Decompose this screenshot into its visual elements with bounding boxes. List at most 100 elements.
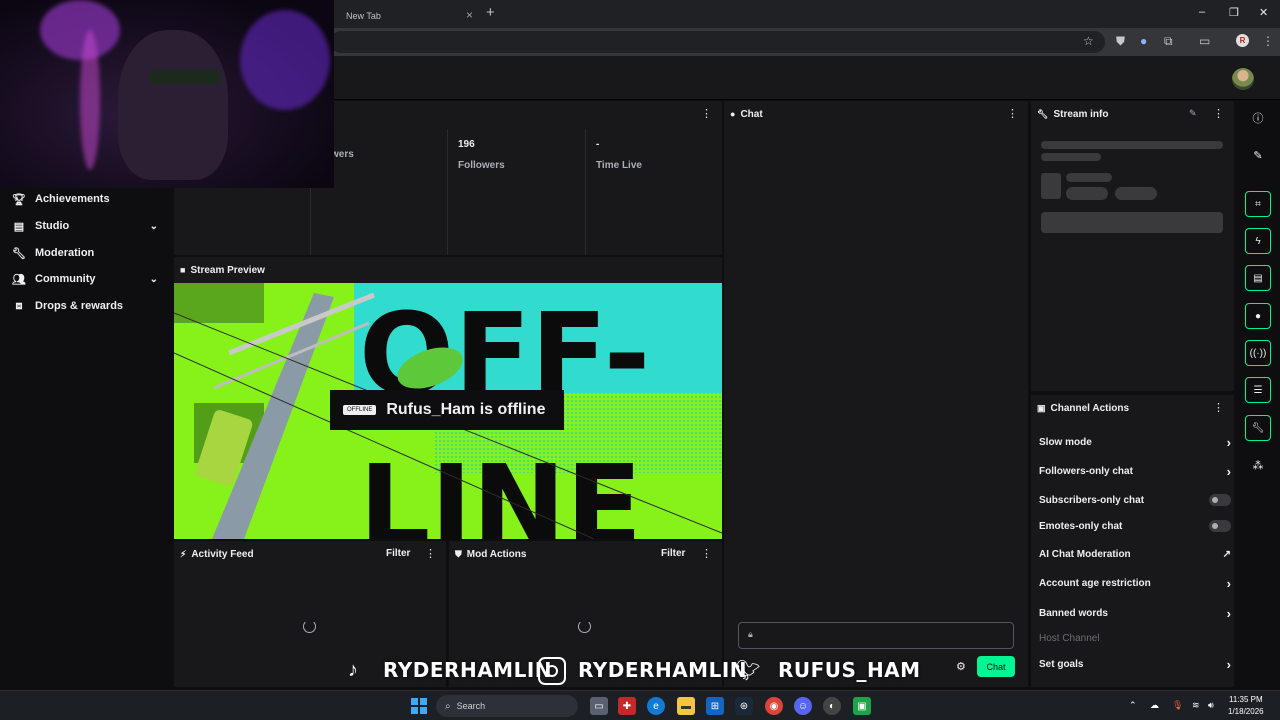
more-options-icon[interactable]: ⋮ [1007, 107, 1018, 120]
tab-close-button[interactable]: × [466, 8, 473, 22]
chat-send-button[interactable]: Chat [977, 656, 1015, 677]
stream-preview-panel: ■ Stream Preview [174, 257, 722, 283]
offline-badge: OFFLINE [343, 405, 377, 415]
slow-mode-row[interactable]: Slow mode › [1039, 431, 1231, 453]
more-options-icon[interactable]: ⋮ [1213, 107, 1224, 120]
followers-only-chat-row[interactable]: Followers-only chat › [1039, 460, 1231, 482]
panel-title: Mod Actions [466, 548, 527, 560]
shield-extension-icon[interactable]: ⛊ [1116, 34, 1125, 49]
row-label: Followers-only chat [1039, 465, 1133, 477]
maximize-button[interactable]: ❐ [1229, 6, 1239, 19]
external-link-icon: ↗ [1222, 548, 1231, 560]
tray-overflow-icon[interactable]: ⌃ [1129, 700, 1137, 711]
chat-bubble-icon: ● [730, 109, 736, 119]
panel-header: ■ Stream Preview [174, 257, 722, 283]
ai-chat-moderation-row[interactable]: AI Chat Moderation ↗ [1039, 543, 1231, 565]
onedrive-cloud-icon[interactable]: ☁ [1150, 700, 1159, 711]
windows-taskbar: ⌕ Search ▭ ✚ e ▬ ⊞ ⊛ ◉ ☺ ◐ ▣ ⌃ ☁ 🎙︎ ≋ 🔊︎… [0, 690, 1280, 720]
wrench-icon[interactable]: 🔧︎ [1245, 415, 1271, 441]
microphone-icon[interactable]: 🎙︎ [1172, 700, 1183, 711]
sidebar-item-studio[interactable]: ▤ Studio ⌄ [12, 215, 162, 237]
more-options-icon[interactable]: ⋮ [1213, 401, 1224, 414]
stat-time-live: - Time Live [585, 129, 722, 255]
taskbar-search[interactable]: ⌕ Search [436, 695, 578, 717]
panel-title: Chat [740, 108, 763, 120]
loading-skeleton [1066, 173, 1112, 182]
emotes-only-toggle[interactable] [1209, 520, 1231, 532]
bookmark-star-icon[interactable]: ☆ [1083, 34, 1094, 48]
tab-title: New Tab [346, 10, 381, 21]
store-icon[interactable]: ⊞ [706, 697, 724, 715]
layout-icon[interactable]: ☰ [1245, 377, 1271, 403]
chevron-right-icon: › [1226, 575, 1231, 591]
edit-pencil-icon[interactable]: ✎ [1245, 142, 1271, 168]
clip-icon[interactable]: ⌗ [1245, 191, 1271, 217]
sidebar-item-label: Moderation [35, 247, 95, 259]
chevron-down-icon: ⌄ [149, 220, 158, 232]
studio-icon: ▤ [13, 220, 25, 233]
taskbar-clock[interactable]: 11:35 PM 1/18/2026 [1228, 694, 1264, 718]
steam-icon[interactable]: ⊛ [735, 697, 753, 715]
set-goals-row[interactable]: Set goals › [1039, 653, 1231, 675]
close-window-button[interactable]: ✕ [1259, 6, 1268, 19]
profile-extension-icon[interactable]: R [1236, 34, 1249, 47]
banned-words-row[interactable]: Banned words › [1039, 602, 1231, 624]
edit-pencil-icon[interactable]: ✎ [1189, 108, 1197, 119]
more-options-icon[interactable]: ⋮ [701, 107, 712, 120]
avatar[interactable] [1232, 68, 1254, 90]
offline-bg-text-bottom: LINE [359, 442, 642, 539]
panel-title: Stream info [1053, 108, 1109, 120]
sidepanel-icon[interactable]: ▭ [1199, 34, 1210, 48]
add-quick-action-icon[interactable]: ⁂ [1245, 452, 1271, 478]
volume-icon[interactable]: 🔊︎ [1208, 700, 1214, 711]
edge-browser-icon[interactable]: e [647, 697, 665, 715]
extensions-puzzle-icon[interactable]: ⧉ [1164, 34, 1173, 49]
task-view-icon[interactable]: ▭ [590, 697, 608, 715]
drops-icon: ⧈ [15, 299, 23, 312]
chevron-right-icon: › [1226, 605, 1231, 621]
webcam-overlay [0, 0, 334, 188]
subscribers-only-toggle[interactable] [1209, 494, 1231, 506]
file-explorer-icon[interactable]: ▬ [677, 697, 695, 715]
sidebar-item-drops-rewards[interactable]: ⧈ Drops & rewards [12, 295, 162, 317]
tiktok-handle: RYDERHAMLIN [383, 658, 552, 682]
sidebar-item-moderation[interactable]: 🔧︎ Moderation [12, 242, 162, 264]
loading-spinner [303, 620, 316, 633]
windows-start-icon[interactable] [411, 698, 427, 714]
discord-icon[interactable]: ☺ [794, 697, 812, 715]
sidebar-item-label: Achievements [35, 193, 110, 205]
chrome-icon[interactable]: ◉ [765, 697, 783, 715]
row-label: Subscribers-only chat [1039, 494, 1145, 506]
browser-menu-icon[interactable]: ⋮ [1262, 34, 1274, 48]
account-age-restriction-row[interactable]: Account age restriction › [1039, 572, 1231, 594]
lightning-icon[interactable]: ϟ [1245, 228, 1271, 254]
address-bar[interactable] [330, 31, 1105, 53]
more-options-icon[interactable]: ⋮ [425, 547, 436, 560]
minimize-button[interactable]: – [1199, 6, 1205, 18]
browser-tab[interactable]: New Tab × [332, 3, 482, 28]
filter-button[interactable]: Filter [386, 548, 410, 559]
row-label: Host Channel [1039, 632, 1100, 644]
chat-settings-gear-icon[interactable]: ⚙ [956, 660, 966, 673]
note-icon[interactable]: ▤ [1245, 265, 1271, 291]
emotes-only-chat-row: Emotes-only chat [1039, 515, 1231, 537]
extension-circle-icon[interactable]: ● [1140, 34, 1147, 48]
info-icon[interactable]: ⓘ [1245, 105, 1271, 131]
obs-icon[interactable]: ◐ [823, 697, 841, 715]
sidebar-item-community[interactable]: 👥︎ Community ⌄ [12, 268, 162, 290]
app-green-icon[interactable]: ▣ [853, 697, 871, 715]
host-channel-row: Host Channel [1039, 627, 1231, 649]
clock-time: 11:35 PM [1228, 695, 1263, 704]
chat-bubble-icon[interactable]: ● [1245, 303, 1271, 329]
stat-value: 196 [458, 139, 475, 150]
chat-input[interactable]: 🔒︎ [738, 622, 1014, 649]
wifi-icon[interactable]: ≋ [1192, 700, 1200, 711]
more-options-icon[interactable]: ⋮ [701, 547, 712, 560]
subscribers-only-chat-row: Subscribers-only chat [1039, 489, 1231, 511]
app-red-icon[interactable]: ✚ [618, 697, 636, 715]
new-tab-button[interactable]: + [486, 4, 495, 21]
camera-icon: ■ [180, 265, 186, 275]
broadcast-icon[interactable]: ((·)) [1245, 340, 1271, 366]
filter-button[interactable]: Filter [661, 548, 685, 559]
sidebar-item-achievements[interactable]: 🏆︎ Achievements [12, 188, 162, 210]
